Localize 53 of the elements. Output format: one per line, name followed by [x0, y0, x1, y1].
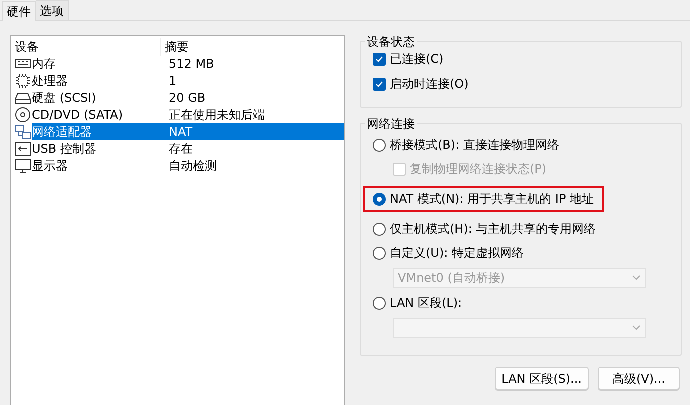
device-row[interactable]: 内存 512 MB: [32, 55, 344, 72]
network-icon: [14, 122, 32, 140]
device-name: 内存: [32, 56, 57, 72]
dialog-button[interactable]: 高级(V)...: [598, 367, 680, 390]
device-row[interactable]: USB 控制器 存在: [32, 140, 344, 157]
radio-button[interactable]: [373, 222, 386, 236]
column-header[interactable]: 设备: [11, 38, 161, 56]
group-title: 网络连接: [365, 115, 417, 133]
radio-button[interactable]: [373, 246, 386, 260]
device-name: 网络适配器: [32, 124, 93, 140]
checkbox[interactable]: [373, 78, 386, 90]
chevron-icon: [632, 275, 641, 281]
device-summary: 正在使用未知后端: [168, 106, 265, 124]
radio-button[interactable]: [373, 296, 386, 310]
radio-label: NAT 模式(N): 用于共享主机的 IP 地址: [390, 191, 594, 208]
device-row[interactable]: 网络适配器 NAT: [32, 123, 344, 140]
device-name: 处理器: [32, 72, 69, 90]
checkmark-icon: [375, 80, 384, 88]
checkbox[interactable]: [373, 52, 386, 66]
tab[interactable]: 硬件: [2, 1, 36, 21]
device-row[interactable]: 显示器 自动检测: [32, 157, 344, 174]
radio-button[interactable]: [373, 192, 386, 206]
chip-icon: [14, 72, 32, 90]
device-summary: 20 GB: [168, 90, 206, 106]
device-summary: 512 MB: [168, 56, 214, 72]
disc-icon: [14, 106, 32, 124]
checkmark-icon: [375, 54, 384, 64]
device-row[interactable]: CD/DVD (SATA) 正在使用未知后端: [32, 106, 344, 123]
device-row[interactable]: 处理器 1: [32, 72, 344, 89]
monitor-icon: [14, 156, 32, 174]
device-name: USB 控制器: [32, 140, 98, 158]
checkbox-label: 已连接(C): [390, 51, 444, 68]
device-name: 硬盘 (SCSI): [32, 90, 98, 106]
device-summary: NAT: [168, 124, 193, 140]
radio-label: 仅主机模式(H): 与主机共享的专用网络: [390, 221, 596, 238]
chevron-icon: [632, 325, 641, 331]
usb-icon: [14, 140, 32, 158]
checkbox-label: 复制物理网络连接状态(P): [410, 161, 547, 178]
column-header[interactable]: 摘要: [161, 38, 189, 56]
device-summary: 自动检测: [168, 158, 217, 174]
tab[interactable]: 选项: [36, 0, 69, 20]
device-summary: 1: [168, 72, 177, 90]
radio-button[interactable]: [373, 138, 386, 152]
device-row[interactable]: 硬盘 (SCSI) 20 GB: [32, 89, 344, 106]
radio-label: LAN 区段(L):: [390, 295, 462, 312]
device-name: 显示器: [32, 158, 69, 174]
dialog-button[interactable]: LAN 区段(S)...: [494, 367, 589, 390]
device-summary: 存在: [168, 140, 193, 158]
radio-label: 桥接模式(B): 直接连接物理网络: [390, 137, 560, 154]
device-name: CD/DVD (SATA): [32, 106, 124, 124]
group-title: 设备状态: [365, 33, 417, 51]
radio-label: 自定义(U): 特定虚拟网络: [390, 245, 524, 262]
checkbox-label: 启动时连接(O): [390, 76, 469, 93]
